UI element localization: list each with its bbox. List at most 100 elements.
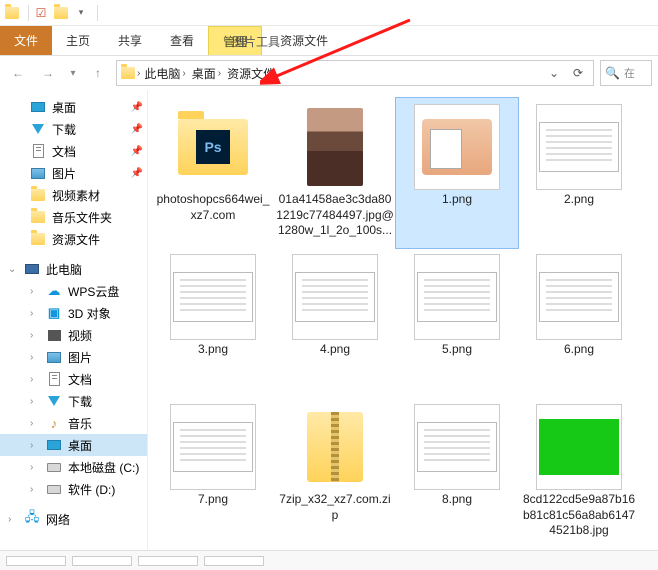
status-bar [0, 550, 658, 570]
sidebar-item[interactable]: › 软件 (D:) [0, 478, 147, 500]
sidebar-item[interactable]: › 视频 [0, 324, 147, 346]
file-item[interactable]: 7zip_x32_xz7.com.zip [274, 398, 396, 548]
file-item[interactable]: 1.png [396, 98, 518, 248]
file-item[interactable]: 6.png [518, 248, 640, 398]
picture-icon [46, 349, 62, 365]
sidebar-item[interactable]: ›☁WPS云盘 [0, 280, 147, 302]
file-name: 6.png [520, 342, 638, 358]
file-item[interactable]: 8.png [396, 398, 518, 548]
sidebar-label: 软件 (D:) [68, 481, 115, 498]
file-thumbnail [170, 404, 256, 490]
document-icon [30, 143, 46, 159]
qat-dropdown-icon[interactable]: ▾ [73, 5, 89, 21]
file-thumbnail [170, 254, 256, 340]
sidebar-item[interactable]: › 下载 [0, 390, 147, 412]
pin-icon: 📌 [131, 124, 143, 135]
address-bar[interactable]: › 此电脑› 桌面› 资源文件 ⌄ ⟳ [116, 60, 594, 86]
sidebar-item[interactable]: › 本地磁盘 (C:) [0, 456, 147, 478]
nav-forward-button: → [36, 61, 60, 85]
file-name: 8cd122cd5e9a87b16b81c81c56a8ab61474521b8… [520, 492, 638, 539]
file-item[interactable]: 8cd122cd5e9a87b16b81c81c56a8ab61474521b8… [518, 398, 640, 548]
expand-icon[interactable]: › [30, 286, 40, 297]
file-item[interactable]: 2.png [518, 98, 640, 248]
expand-icon[interactable]: › [30, 462, 40, 473]
breadcrumb-item[interactable]: 资源文件 [225, 65, 277, 82]
sidebar-item[interactable]: 资源文件 [0, 228, 147, 250]
expand-icon[interactable]: › [30, 484, 40, 495]
ribbon-tab-share[interactable]: 共享 [104, 26, 156, 55]
search-input[interactable]: 🔍 在 [600, 60, 652, 86]
sidebar-item[interactable]: › ♪ 音乐 [0, 412, 147, 434]
expand-icon[interactable]: › [30, 308, 40, 319]
sidebar-item[interactable]: ›图片 [0, 346, 147, 368]
sidebar-label: 本地磁盘 (C:) [68, 459, 139, 476]
file-item[interactable]: 7.png [152, 398, 274, 548]
breadcrumb-item[interactable]: 桌面› [190, 65, 223, 82]
sidebar-item[interactable]: 文档📌 [0, 140, 147, 162]
file-item[interactable]: 3.png [152, 248, 274, 398]
qat-folder-icon[interactable] [53, 5, 69, 21]
sidebar-label: 文档 [52, 143, 76, 160]
desktop-icon [46, 437, 62, 453]
sidebar-label: 下载 [68, 393, 92, 410]
sidebar-item[interactable]: › ▣ 3D 对象 [0, 302, 147, 324]
sidebar-item[interactable]: 桌面📌 [0, 96, 147, 118]
file-thumbnail [292, 104, 378, 190]
sidebar-label: 资源文件 [52, 231, 100, 248]
sidebar-label: 音乐 [68, 415, 92, 432]
folder-icon [4, 5, 20, 21]
file-item[interactable]: 4.png [274, 248, 396, 398]
expand-icon[interactable]: ⌄ [8, 264, 18, 275]
file-item[interactable]: Psphotoshopcs664wei_xz7.com [152, 98, 274, 248]
sidebar-item[interactable]: 下载📌 [0, 118, 147, 140]
file-thumbnail: Ps [170, 104, 256, 190]
sidebar-label: 图片 [52, 165, 76, 182]
music-icon: ♪ [46, 415, 62, 431]
expand-icon[interactable]: › [30, 330, 40, 341]
sidebar-item[interactable]: 视频素材 [0, 184, 147, 206]
sidebar-item[interactable]: ›桌面 [0, 434, 147, 456]
sidebar-network[interactable]: › 🖧 网络 [0, 508, 147, 530]
file-item[interactable]: 5.png [396, 248, 518, 398]
nav-recent-dropdown[interactable]: ▾ [66, 61, 80, 85]
file-list[interactable]: Psphotoshopcs664wei_xz7.com01a41458ae3c3… [148, 90, 658, 550]
ribbon-tab-home[interactable]: 主页 [52, 26, 104, 55]
expand-icon[interactable]: › [30, 418, 40, 429]
navigation-pane[interactable]: 桌面📌下载📌文档📌图片📌视频素材音乐文件夹资源文件 ⌄ 此电脑 ›☁WPS云盘›… [0, 90, 148, 550]
3d-icon: ▣ [46, 305, 62, 321]
desktop-icon [30, 99, 46, 115]
ribbon-context-head[interactable]: 管理 [208, 26, 262, 55]
pc-icon [24, 261, 40, 277]
expand-icon[interactable]: › [30, 440, 40, 451]
file-item[interactable]: 01a41458ae3c3da801219c77484497.jpg@1280w… [274, 98, 396, 248]
file-thumbnail [536, 404, 622, 490]
sidebar-item[interactable]: ›文档 [0, 368, 147, 390]
expand-icon[interactable]: › [30, 396, 40, 407]
breadcrumb-item[interactable]: 此电脑› [142, 65, 187, 82]
expand-icon[interactable]: › [8, 514, 18, 525]
refresh-icon[interactable]: ⟳ [567, 62, 589, 84]
sidebar-item[interactable]: 图片📌 [0, 162, 147, 184]
ribbon-tab-view[interactable]: 查看 [156, 26, 208, 55]
sidebar-label: 视频 [68, 327, 92, 344]
expand-icon[interactable]: › [30, 374, 40, 385]
search-icon: 🔍 [605, 66, 620, 80]
file-name: 3.png [154, 342, 272, 358]
file-name: 8.png [398, 492, 516, 508]
nav-up-button[interactable]: ↑ [86, 61, 110, 85]
address-dropdown-icon[interactable]: ⌄ [543, 62, 565, 84]
cloud-icon: ☁ [46, 283, 62, 299]
nav-back-button[interactable]: ← [6, 61, 30, 85]
expand-icon[interactable]: › [30, 352, 40, 363]
sidebar-label: 3D 对象 [68, 305, 111, 322]
download-icon [46, 393, 62, 409]
folder-icon [30, 231, 46, 247]
file-name: 2.png [520, 192, 638, 208]
video-icon [46, 327, 62, 343]
pin-icon: 📌 [131, 102, 143, 113]
sidebar-this-pc[interactable]: ⌄ 此电脑 [0, 258, 147, 280]
qat-properties-icon[interactable]: ☑ [33, 5, 49, 21]
folder-icon [30, 187, 46, 203]
sidebar-item[interactable]: 音乐文件夹 [0, 206, 147, 228]
ribbon-tab-file[interactable]: 文件 [0, 26, 52, 55]
